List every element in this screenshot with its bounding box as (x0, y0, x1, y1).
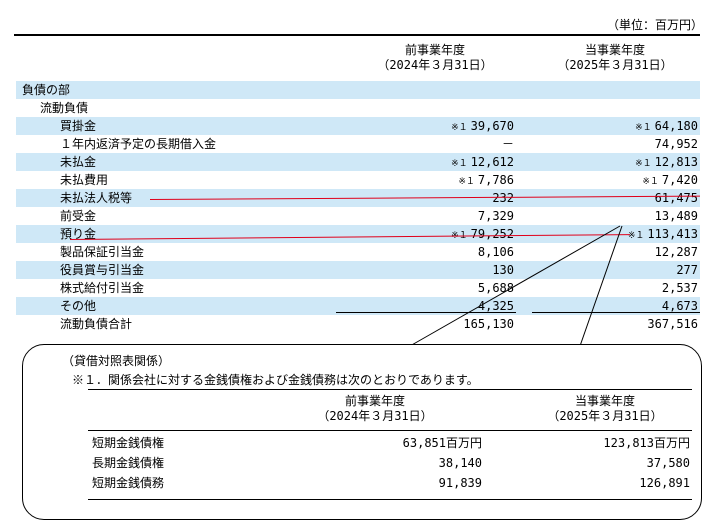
callout-row: 短期金銭債務 91,839 126,891 (92, 473, 692, 493)
callout-header-curr: 当事業年度 （2025年３月31日） (520, 394, 690, 424)
callout-header-prev-date: （2024年３月31日） (317, 409, 433, 423)
callout-row-label: 短期金銭債権 (92, 436, 165, 450)
callout-row-label: 長期金銭債権 (92, 456, 165, 470)
callout-header-prev: 前事業年度 （2024年３月31日） (290, 394, 460, 424)
callout-row-value-curr: 126,891 (639, 476, 690, 490)
callout-row-value-curr: 37,580 (646, 456, 690, 470)
callout-rule-top (88, 389, 692, 390)
callout-row-value-prev: 91,839 (438, 476, 482, 490)
leader-line-right (579, 225, 623, 347)
callout-header-curr-date: （2025年３月31日） (547, 409, 663, 423)
callout-title: （貸借対照表関係） (62, 354, 171, 368)
callout-row: 短期金銭債権 63,851百万円 123,813百万円 (92, 433, 692, 453)
callout-note: ※１．関係会社に対する金銭債権および金銭債務は次のとおりであります。 (72, 373, 479, 387)
callout-row-value-prev: 63,851百万円 (402, 436, 482, 450)
callout-row-value-curr: 123,813百万円 (603, 436, 690, 450)
callout-row-value-prev: 38,140 (438, 456, 482, 470)
callout-rule-bottom (88, 499, 692, 500)
callout-header-prev-label: 前事業年度 (344, 394, 405, 408)
callout-row-label: 短期金銭債務 (92, 476, 165, 490)
callout-rule-mid (88, 430, 692, 431)
leader-line-left (409, 225, 621, 347)
callout-header-curr-label: 当事業年度 (574, 394, 635, 408)
callout-row: 長期金銭債権 38,140 37,580 (92, 453, 692, 473)
